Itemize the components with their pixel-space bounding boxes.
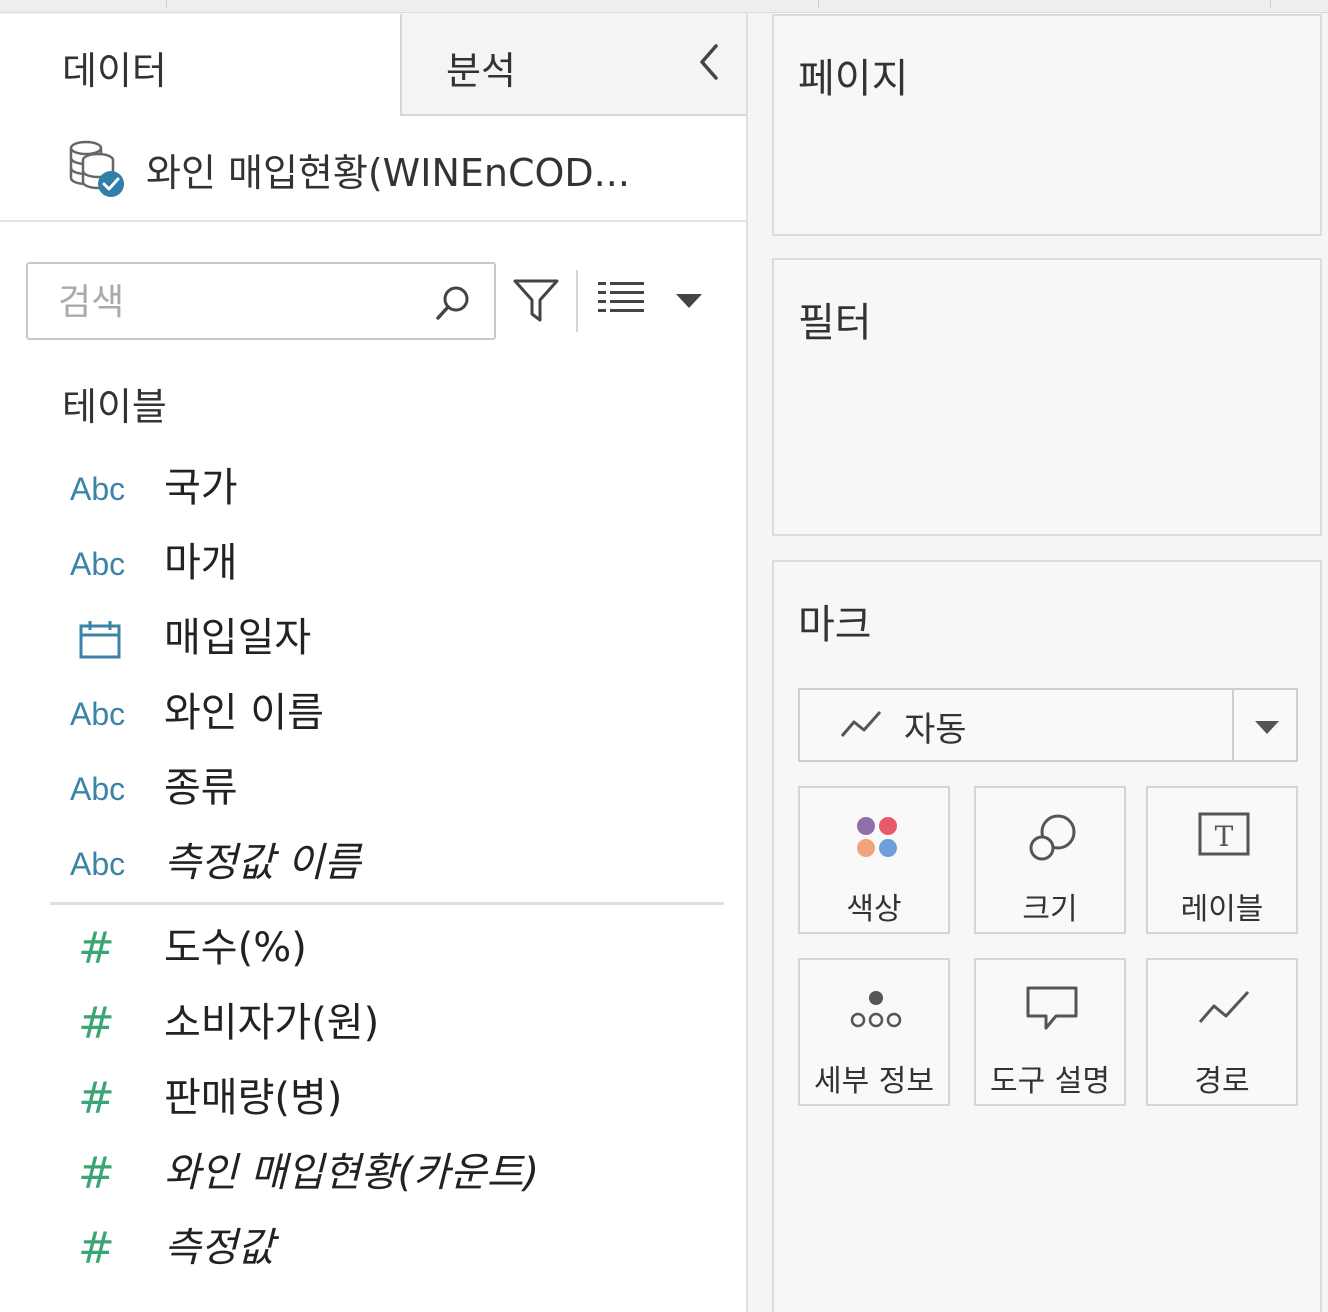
tables-section-title: 테이블: [62, 385, 167, 429]
view-list-icon[interactable]: [598, 280, 644, 316]
string-type-icon: Abc: [70, 546, 126, 582]
tab-data[interactable]: 데이터: [0, 14, 400, 116]
number-type-icon: #: [78, 998, 115, 1049]
color-button-label: 색상: [846, 892, 902, 927]
calendar-icon: [79, 621, 121, 659]
field-item[interactable]: 매입일자: [0, 604, 746, 674]
marks-card-title: 마크: [798, 602, 872, 648]
search-box[interactable]: [26, 262, 496, 340]
mark-type-label: 자동: [904, 710, 967, 750]
pages-card[interactable]: 페이지: [772, 14, 1322, 236]
filters-card[interactable]: 필터: [772, 258, 1322, 536]
field-name: 국가: [164, 465, 238, 511]
detail-button[interactable]: 세부 정보: [798, 958, 950, 1106]
search-icon[interactable]: [434, 284, 472, 322]
field-item[interactable]: Abc 국가: [0, 454, 746, 524]
field-item[interactable]: # 소비자가(원): [0, 989, 746, 1059]
datasource-row[interactable]: 와인 매입현황(WINEnCOD...: [0, 116, 746, 222]
text-label-icon: T: [1198, 812, 1250, 856]
color-button[interactable]: 색상: [798, 786, 950, 934]
field-item[interactable]: # 도수(%): [0, 914, 746, 984]
tooltip-button[interactable]: 도구 설명: [974, 958, 1126, 1106]
label-button-label: 레이블: [1180, 892, 1264, 927]
field-name: 종류: [164, 765, 238, 811]
string-type-icon: Abc: [70, 771, 126, 807]
string-type-icon: Abc: [70, 471, 126, 507]
field-item[interactable]: # 측정값: [0, 1214, 746, 1284]
mark-type-select[interactable]: 자동: [798, 688, 1298, 762]
field-name: 측정값 이름: [164, 840, 361, 886]
datasource-badge: [98, 171, 124, 197]
pages-card-title: 페이지: [798, 56, 909, 102]
tooltip-button-label: 도구 설명: [990, 1064, 1110, 1099]
marks-card: 마크 자동 색상 크기 T 레이블 세부 정보 도구 설명 경로: [772, 560, 1322, 1312]
field-name: 매입일자: [164, 615, 312, 661]
top-toolbar-strip: [0, 0, 1328, 13]
field-name: 판매량(병): [164, 1075, 343, 1121]
field-name: 측정값: [164, 1225, 275, 1271]
field-item[interactable]: # 와인 매입현황(카운트): [0, 1139, 746, 1209]
filter-icon[interactable]: [512, 276, 560, 324]
field-item[interactable]: Abc 마개: [0, 529, 746, 599]
select-separator: [1232, 690, 1234, 760]
detail-button-label: 세부 정보: [814, 1064, 934, 1099]
string-type-icon: Abc: [70, 696, 126, 732]
strip-divider: [818, 0, 819, 8]
size-icon: [1029, 814, 1076, 861]
tab-analysis-label: 분석: [446, 49, 516, 93]
tab-data-label: 데이터: [62, 49, 167, 93]
field-name: 도수(%): [164, 925, 307, 971]
string-type-icon: Abc: [70, 846, 126, 882]
datasource-icon: [69, 140, 124, 197]
label-button[interactable]: T 레이블: [1146, 786, 1298, 934]
tab-analysis[interactable]: 분석: [400, 14, 746, 116]
strip-divider: [1270, 0, 1271, 8]
search-input[interactable]: [56, 276, 440, 328]
path-button-label: 경로: [1194, 1064, 1250, 1099]
path-icon: [1198, 990, 1250, 1023]
field-name: 와인 이름: [164, 690, 324, 736]
size-button[interactable]: 크기: [974, 786, 1126, 934]
chevron-down-icon[interactable]: [674, 292, 704, 310]
detail-icon: [850, 991, 902, 1028]
path-button[interactable]: 경로: [1146, 958, 1298, 1106]
chevron-down-icon[interactable]: [1252, 718, 1282, 736]
number-type-icon: #: [78, 1223, 115, 1274]
dimension-measure-divider: [50, 902, 724, 905]
number-type-icon: #: [78, 1073, 115, 1124]
datasource-name: 와인 매입현황(WINEnCOD...: [146, 151, 630, 195]
field-name: 마개: [164, 540, 238, 586]
toolbar-separator: [576, 270, 578, 332]
data-pane: 데이터 분석 와인 매입현황(WINEnCOD... 검색 테이블 Abc 국가…: [0, 14, 748, 1312]
tooltip-icon: [1026, 986, 1078, 1030]
filters-card-title: 필터: [798, 300, 872, 346]
line-chart-icon: [840, 711, 882, 737]
number-type-icon: #: [78, 923, 115, 974]
field-item[interactable]: # 판매량(병): [0, 1064, 746, 1134]
field-item[interactable]: Abc 종류: [0, 754, 746, 824]
chevron-left-icon[interactable]: [692, 38, 728, 86]
field-name: 와인 매입현황(카운트): [164, 1150, 540, 1196]
field-item[interactable]: Abc 측정값 이름: [0, 829, 746, 899]
field-name: 소비자가(원): [164, 1000, 380, 1046]
number-type-icon: #: [78, 1148, 115, 1199]
color-icon: [857, 817, 897, 857]
strip-divider: [166, 0, 167, 8]
size-button-label: 크기: [1022, 892, 1078, 927]
svg-text:T: T: [1215, 820, 1234, 853]
field-item[interactable]: Abc 와인 이름: [0, 679, 746, 749]
